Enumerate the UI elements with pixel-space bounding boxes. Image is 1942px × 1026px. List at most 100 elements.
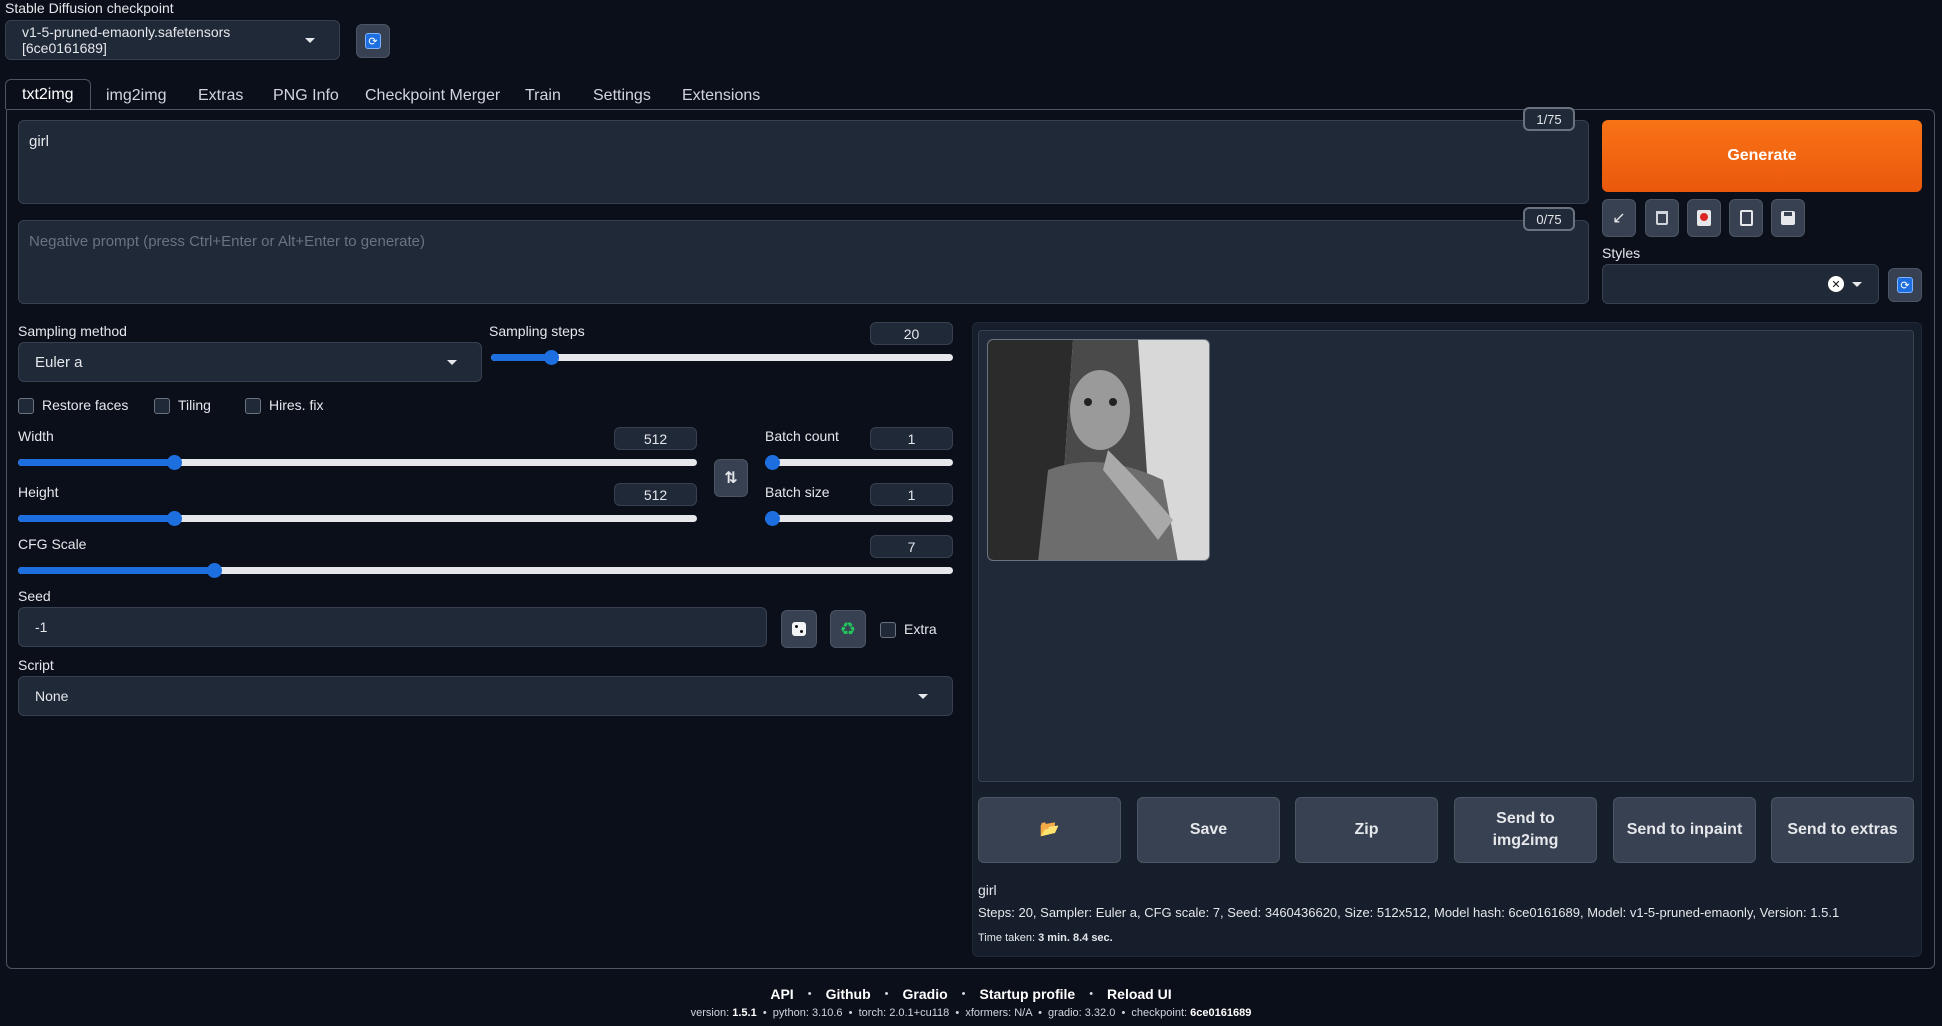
prompt-token-counter: 1/75 bbox=[1523, 107, 1575, 131]
hires-fix-checkbox[interactable] bbox=[245, 398, 261, 414]
slider-thumb[interactable] bbox=[544, 350, 560, 365]
width-slider[interactable] bbox=[18, 455, 697, 470]
footer-link-gradio[interactable]: Gradio bbox=[903, 986, 948, 1002]
footer-link-startup-profile[interactable]: Startup profile bbox=[980, 986, 1076, 1002]
cfg-scale-label: CFG Scale bbox=[18, 536, 87, 552]
footer-separator: • bbox=[961, 988, 966, 1000]
random-seed-button[interactable] bbox=[781, 610, 817, 648]
send-to-extras-button[interactable]: Send to extras bbox=[1771, 797, 1914, 863]
tiling-label: Tiling bbox=[178, 397, 211, 413]
footer-link-reload-ui[interactable]: Reload UI bbox=[1107, 986, 1172, 1002]
seed-input[interactable]: -1 bbox=[18, 607, 767, 647]
tab-extras[interactable]: Extras bbox=[198, 82, 243, 110]
checkpoint-label: Stable Diffusion checkpoint bbox=[5, 0, 174, 16]
refresh-styles-button[interactable]: ⟳ bbox=[1888, 268, 1922, 302]
checkpoint-dropdown[interactable]: v1-5-pruned-emaonly.safetensors [6ce0161… bbox=[5, 20, 340, 60]
tab-train[interactable]: Train bbox=[525, 82, 561, 110]
reuse-seed-button[interactable]: ♻ bbox=[830, 610, 866, 648]
apply-style-button[interactable] bbox=[1729, 199, 1763, 237]
tab-checkpoint-merger[interactable]: Checkpoint Merger bbox=[365, 82, 500, 110]
batch-size-label: Batch size bbox=[765, 484, 830, 500]
batch-size-slider[interactable] bbox=[765, 511, 953, 526]
time-taken-label: Time taken: bbox=[978, 932, 1036, 944]
extra-seed-checkbox[interactable] bbox=[880, 622, 896, 638]
styles-label: Styles bbox=[1602, 245, 1641, 261]
negative-prompt-input[interactable]: Negative prompt (press Ctrl+Enter or Alt… bbox=[18, 220, 1589, 304]
height-slider[interactable] bbox=[18, 511, 697, 526]
tiling-checkbox[interactable] bbox=[154, 398, 170, 414]
slider-thumb[interactable] bbox=[765, 511, 780, 526]
footer-versions: version: 1.5.1 • python: 3.10.6 • torch:… bbox=[690, 1007, 1252, 1019]
swap-vertical-icon: ⇅ bbox=[724, 470, 738, 487]
chevron-down-icon bbox=[447, 359, 457, 365]
slider-thumb[interactable] bbox=[765, 455, 780, 470]
send-to-inpaint-button[interactable]: Send to inpaint bbox=[1613, 797, 1756, 863]
info-time-taken: Time taken: 3 min. 8.4 sec. bbox=[978, 932, 1113, 944]
chevron-down-icon bbox=[1852, 281, 1862, 287]
height-label: Height bbox=[18, 484, 59, 500]
tab-extensions[interactable]: Extensions bbox=[682, 82, 760, 110]
floppy-disk-icon bbox=[1781, 211, 1795, 225]
batch-count-label: Batch count bbox=[765, 428, 839, 444]
clear-prompt-button[interactable] bbox=[1645, 199, 1679, 237]
tab-png-info[interactable]: PNG Info bbox=[273, 82, 339, 110]
zip-button[interactable]: Zip bbox=[1295, 797, 1438, 863]
time-taken-value: 3 min. 8.4 sec. bbox=[1038, 932, 1113, 944]
restore-faces-checkbox[interactable] bbox=[18, 398, 34, 414]
swap-dimensions-button[interactable]: ⇅ bbox=[714, 459, 748, 497]
info-prompt: girl bbox=[978, 882, 997, 898]
checkpoint-value: v1-5-pruned-emaonly.safetensors [6ce0161… bbox=[22, 24, 231, 56]
cfg-scale-input[interactable]: 7 bbox=[870, 535, 953, 558]
styles-dropdown[interactable]: ✕ bbox=[1602, 264, 1879, 304]
refresh-icon: ⟳ bbox=[1897, 277, 1913, 293]
sampling-method-value: Euler a bbox=[35, 353, 83, 371]
clipboard-icon bbox=[1739, 210, 1753, 226]
folder-icon: 📂 bbox=[1039, 821, 1060, 838]
save-button[interactable]: Save bbox=[1137, 797, 1280, 863]
version-label: version: bbox=[690, 1007, 730, 1019]
width-input[interactable]: 512 bbox=[614, 427, 697, 450]
batch-count-slider[interactable] bbox=[765, 455, 953, 470]
open-folder-button[interactable]: 📂 bbox=[978, 797, 1121, 863]
extra-networks-button[interactable] bbox=[1687, 199, 1721, 237]
hires-fix-label: Hires. fix bbox=[269, 397, 324, 413]
send-to-img2img-line2: img2img bbox=[1492, 832, 1559, 849]
refresh-icon: ⟳ bbox=[365, 33, 381, 49]
tab-settings[interactable]: Settings bbox=[593, 82, 651, 110]
batch-count-input[interactable]: 1 bbox=[870, 427, 953, 450]
sampling-steps-input[interactable]: 20 bbox=[870, 322, 953, 345]
footer-link-api[interactable]: API bbox=[770, 986, 793, 1002]
version-value: 1.5.1 bbox=[732, 1007, 757, 1019]
negative-prompt-token-counter: 0/75 bbox=[1523, 207, 1575, 231]
xformers-label: xformers: bbox=[965, 1007, 1012, 1019]
cfg-scale-slider[interactable] bbox=[18, 563, 953, 578]
generate-button[interactable]: Generate bbox=[1602, 120, 1922, 192]
python-label: python: bbox=[772, 1007, 809, 1019]
arrow-down-left-icon: ↙ bbox=[1612, 210, 1626, 227]
footer-separator: • bbox=[884, 988, 889, 1000]
extra-seed-label: Extra bbox=[904, 621, 937, 637]
footer-link-github[interactable]: Github bbox=[826, 986, 871, 1002]
save-style-button[interactable] bbox=[1771, 199, 1805, 237]
python-value: 3.10.6 bbox=[811, 1007, 843, 1019]
height-input[interactable]: 512 bbox=[614, 483, 697, 506]
sampling-steps-slider[interactable] bbox=[491, 350, 953, 365]
send-to-img2img-button[interactable]: Send to img2img bbox=[1454, 797, 1597, 863]
clear-icon[interactable]: ✕ bbox=[1828, 276, 1844, 292]
script-dropdown[interactable]: None bbox=[18, 676, 953, 716]
seed-label: Seed bbox=[18, 588, 51, 604]
xformers-value: N/A bbox=[1014, 1007, 1032, 1019]
tab-txt2img[interactable]: txt2img bbox=[5, 79, 91, 109]
prompt-input[interactable]: girl bbox=[18, 120, 1589, 204]
refresh-checkpoint-button[interactable]: ⟳ bbox=[356, 24, 390, 58]
read-params-button[interactable]: ↙ bbox=[1602, 199, 1636, 237]
footer-separator: • bbox=[807, 988, 812, 1000]
send-to-img2img-line1: Send to bbox=[1496, 810, 1555, 827]
footer-separator: • bbox=[1089, 988, 1094, 1000]
card-icon bbox=[1697, 210, 1711, 226]
generated-image-thumbnail[interactable] bbox=[987, 339, 1210, 561]
batch-size-input[interactable]: 1 bbox=[870, 483, 953, 506]
tab-img2img[interactable]: img2img bbox=[106, 82, 166, 110]
checkpoint-hash-value: 6ce0161689 bbox=[1190, 1007, 1252, 1019]
sampling-method-dropdown[interactable]: Euler a bbox=[18, 342, 482, 382]
